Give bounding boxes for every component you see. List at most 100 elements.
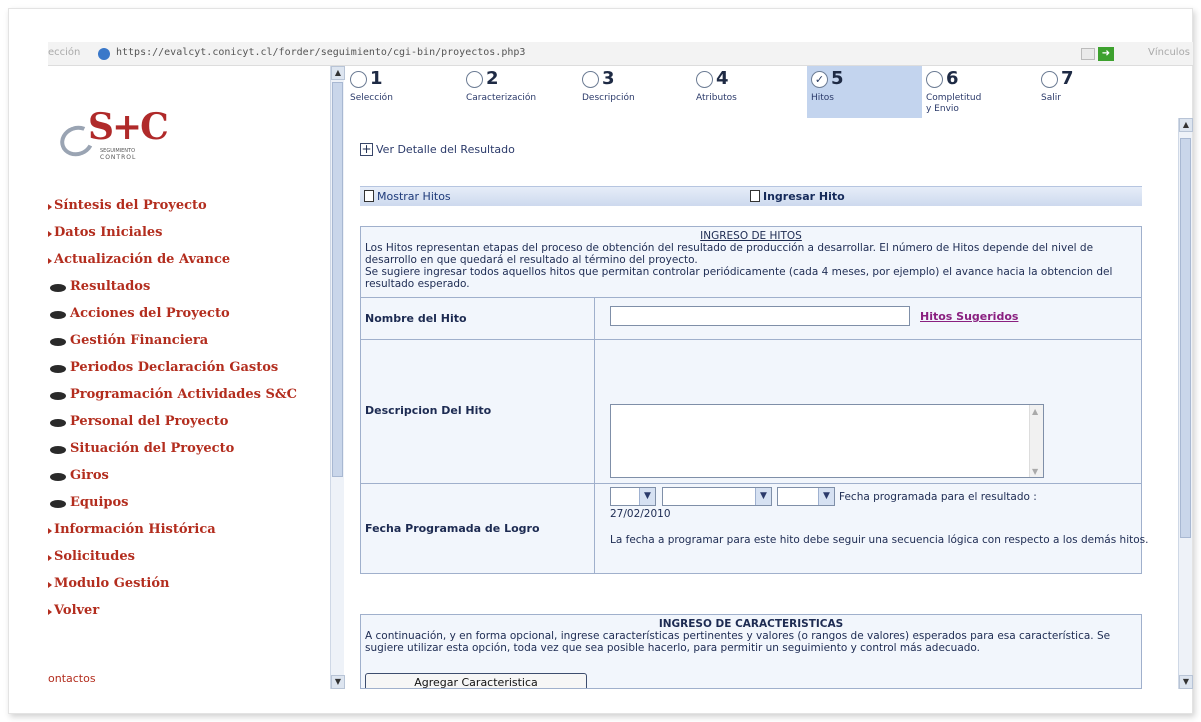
- step-label: Hitos: [811, 93, 834, 103]
- plus-icon: +: [360, 142, 373, 156]
- chevron-down-icon[interactable]: ▼: [1032, 467, 1040, 476]
- scroll-thumb[interactable]: [1180, 138, 1191, 538]
- sidebar-item-label: Síntesis del Proyecto: [54, 198, 207, 213]
- sidebar-item[interactable]: Síntesis del Proyecto: [48, 198, 330, 225]
- step-6[interactable]: 6 Completitud y Envio: [922, 66, 1032, 118]
- sidebar-item[interactable]: Giros: [48, 468, 330, 495]
- address-bar: ección https://evalcyt.conicyt.cl/forder…: [48, 42, 1193, 66]
- step-1[interactable]: 1 Selección: [346, 66, 456, 118]
- hitos-form: INGRESO DE HITOS Los Hitos representan e…: [360, 226, 1148, 574]
- wizard-steps: 1 Selección 2 Caracterización 3 Descripción 4 A…: [346, 66, 1186, 120]
- sidebar-item-label: Giros: [70, 468, 109, 483]
- arrow-bullet-icon: [48, 528, 52, 534]
- day-select[interactable]: ▼: [610, 487, 656, 506]
- hito-description-textarea[interactable]: ▲ ▼: [610, 404, 1044, 478]
- contact-link[interactable]: ontactos: [48, 672, 96, 685]
- date-caption: Fecha programada para el resultado :: [839, 491, 1037, 503]
- scroll-up-icon[interactable]: ▲: [1179, 118, 1193, 132]
- sidebar-item-label: Acciones del Proyecto: [70, 306, 230, 321]
- radio-circle-icon: [696, 71, 713, 88]
- sidebar-item-label: Resultados: [70, 279, 151, 294]
- characteristics-title: INGRESO DE CARACTERISTICAS: [658, 618, 844, 630]
- sidebar-item-label: Volver: [54, 603, 100, 618]
- hitos-tabs: Mostrar Hitos Ingresar Hito: [360, 186, 1142, 206]
- go-button[interactable]: ➜: [1098, 47, 1114, 61]
- section-title: INGRESO DE HITOS: [700, 230, 802, 242]
- step-label: Completitud y Envio: [926, 93, 981, 115]
- sidebar-item-label: Solicitudes: [54, 549, 135, 564]
- check-circle-icon: ✓: [811, 71, 828, 88]
- step-number: 3: [602, 68, 615, 89]
- sidebar-item[interactable]: Solicitudes: [48, 549, 330, 576]
- step-label: Selección: [350, 93, 393, 103]
- tab-show-hitos[interactable]: Mostrar Hitos: [364, 190, 451, 203]
- chevron-down-icon: ▼: [818, 488, 834, 505]
- main-content: + Ver Detalle del Resultado Mostrar Hitos…: [346, 120, 1176, 689]
- sidebar-scrollbar[interactable]: ▲ ▼: [330, 66, 345, 689]
- sidebar-item[interactable]: Personal del Proyecto: [48, 414, 330, 441]
- sidebar-item[interactable]: Información Histórica: [48, 522, 330, 549]
- radio-circle-icon: [1041, 71, 1058, 88]
- detail-link[interactable]: + Ver Detalle del Resultado: [360, 143, 515, 156]
- content-scrollbar[interactable]: ▲ ▼: [1178, 118, 1193, 689]
- disc-bullet-icon: [50, 311, 66, 319]
- description-row: Descripcion Del Hito ▲ ▼: [361, 339, 1141, 483]
- step-label: Caracterización: [466, 93, 537, 103]
- url-dropdown-button[interactable]: [1081, 48, 1095, 60]
- sidebar-item[interactable]: Equipos: [48, 495, 330, 522]
- sidebar-item[interactable]: Gestión Financiera: [48, 333, 330, 360]
- sidebar-item[interactable]: Programación Actividades S&C: [48, 387, 330, 414]
- step-2[interactable]: 2 Caracterización: [462, 66, 572, 118]
- scroll-down-icon[interactable]: ▼: [1179, 675, 1193, 689]
- date-value: 27/02/2010: [610, 508, 671, 520]
- step-5[interactable]: ✓ 5 Hitos: [807, 66, 922, 118]
- disc-bullet-icon: [50, 284, 66, 292]
- date-row: Fecha Programada de Logro ▼ ▼ ▼ Fecha pr…: [361, 483, 1148, 573]
- sidebar-item[interactable]: Resultados: [48, 279, 330, 306]
- sidebar-item-label: Periodos Declaración Gastos: [70, 360, 279, 375]
- chevron-up-icon[interactable]: ▲: [1032, 407, 1040, 416]
- globe-icon: [98, 48, 110, 60]
- sidebar-item[interactable]: Datos Iniciales: [48, 225, 330, 252]
- sidebar-item-label: Personal del Proyecto: [70, 414, 229, 429]
- suggested-hitos-link[interactable]: Hitos Sugeridos: [920, 310, 1018, 323]
- disc-bullet-icon: [50, 365, 66, 373]
- step-label-line2: y Envio: [926, 104, 959, 114]
- step-label-line1: Completitud: [926, 93, 982, 103]
- radio-circle-icon: [582, 71, 599, 88]
- arrow-bullet-icon: [48, 231, 52, 237]
- step-7[interactable]: 7 Salir: [1037, 66, 1147, 118]
- url-field[interactable]: https://evalcyt.conicyt.cl/forder/seguim…: [116, 47, 525, 58]
- sidebar-item-label: Gestión Financiera: [70, 333, 209, 348]
- sidebar-item[interactable]: Volver: [48, 603, 330, 630]
- textarea-scrollbar[interactable]: ▲ ▼: [1029, 405, 1043, 477]
- sidebar-item-label: Situación del Proyecto: [70, 441, 235, 456]
- sc-logo: S+C SEGUIMIENTO CONTROL: [55, 106, 180, 161]
- arrow-bullet-icon: [48, 555, 52, 561]
- sidebar-item[interactable]: Actualización de Avance: [48, 252, 330, 279]
- hito-name-input[interactable]: [610, 306, 910, 326]
- add-characteristic-button[interactable]: Agregar Caracteristica: [365, 673, 587, 688]
- month-select[interactable]: ▼: [662, 487, 772, 506]
- scroll-thumb[interactable]: [332, 82, 343, 477]
- sidebar-item[interactable]: Modulo Gestión: [48, 576, 330, 603]
- sidebar-item[interactable]: Situación del Proyecto: [48, 441, 330, 468]
- tab-add-hito[interactable]: Ingresar Hito: [750, 190, 845, 203]
- year-select[interactable]: ▼: [777, 487, 835, 506]
- sidebar-item[interactable]: Periodos Declaración Gastos: [48, 360, 330, 387]
- step-3[interactable]: 3 Descripción: [578, 66, 688, 118]
- sidebar-menu: Síntesis del Proyecto Datos Iniciales Actu…: [48, 198, 330, 630]
- disc-bullet-icon: [50, 446, 66, 454]
- characteristics-section: INGRESO DE CARACTERISTICAS A continuació…: [360, 614, 1142, 689]
- step-number: 2: [486, 68, 499, 89]
- sidebar-item[interactable]: Acciones del Proyecto: [48, 306, 330, 333]
- sidebar-item-label: Información Histórica: [54, 522, 216, 537]
- step-4[interactable]: 4 Atributos: [692, 66, 802, 118]
- chevron-down-icon: ▼: [639, 488, 655, 505]
- scroll-down-icon[interactable]: ▼: [331, 675, 345, 689]
- links-label: Vínculos: [1148, 47, 1190, 58]
- name-label: Nombre del Hito: [365, 312, 467, 325]
- sidebar-item-label: Equipos: [70, 495, 129, 510]
- scroll-up-icon[interactable]: ▲: [331, 66, 345, 80]
- arrow-bullet-icon: [48, 609, 52, 615]
